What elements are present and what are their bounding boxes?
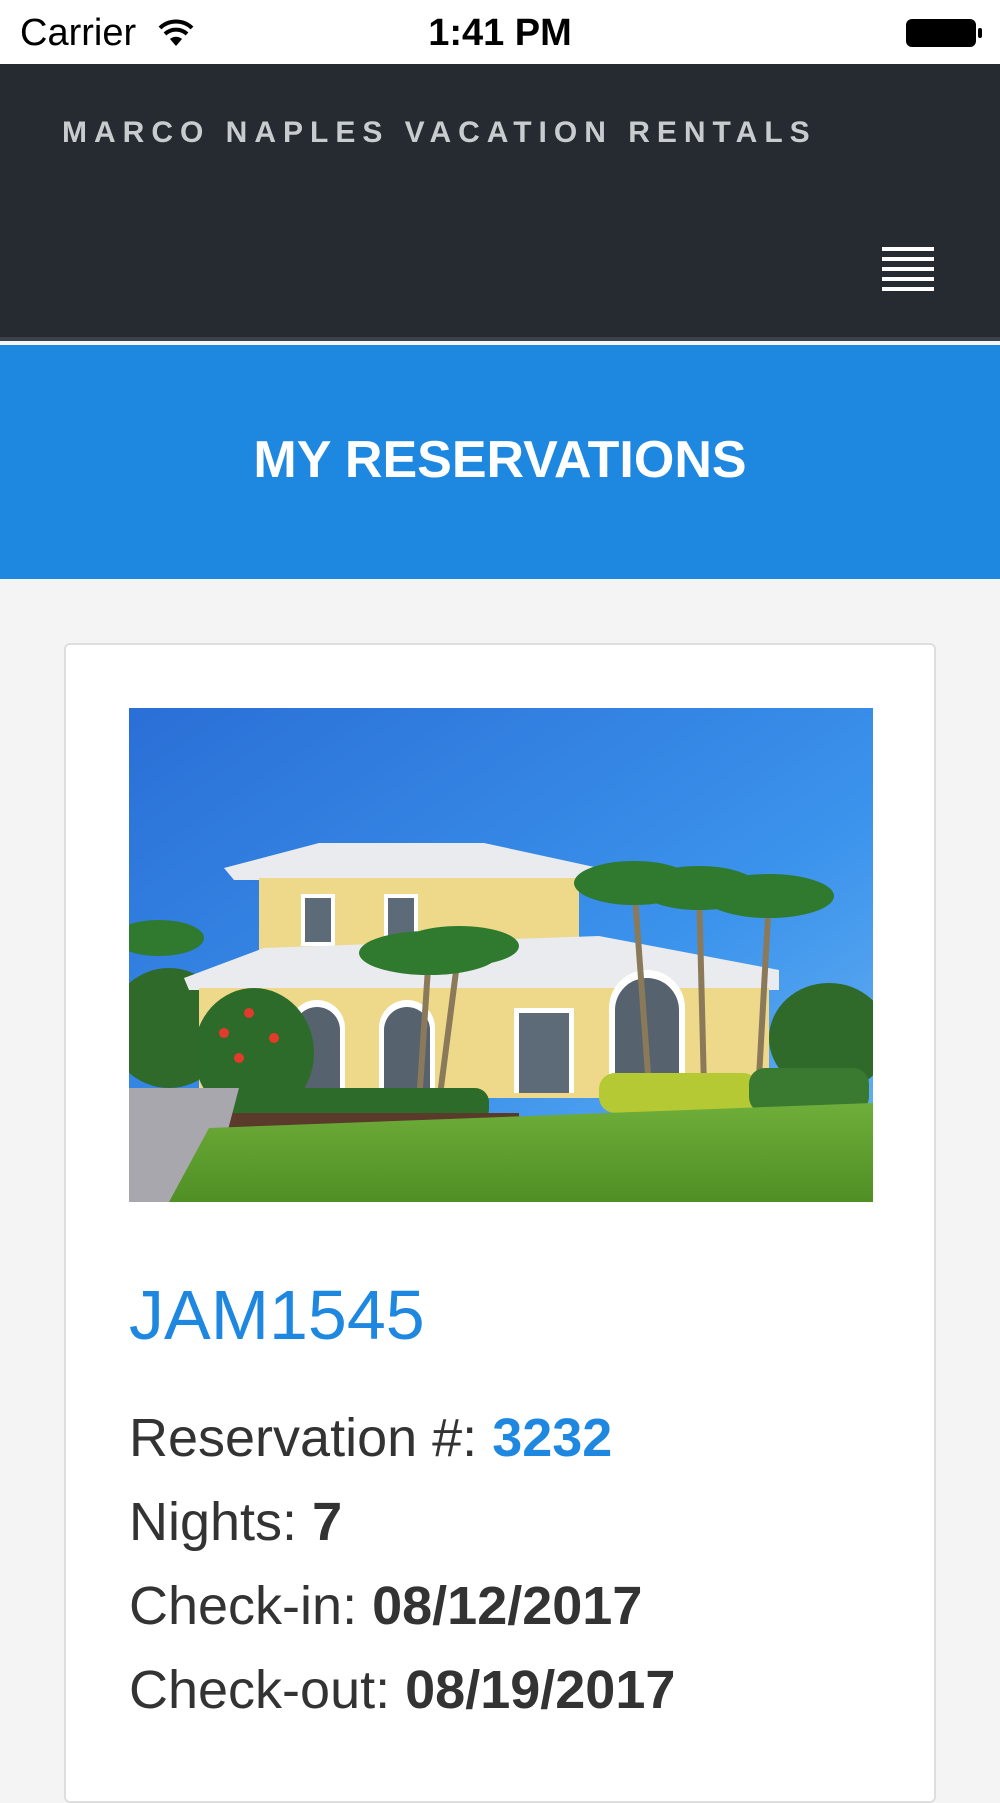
nights-line: Nights: 7 — [129, 1491, 342, 1553]
nights-value: 7 — [312, 1492, 343, 1552]
nights-label: Nights: — [129, 1492, 298, 1552]
brand-title[interactable]: MARCO NAPLES VACATION RENTALS — [62, 116, 817, 150]
reservation-number-line: Reservation #: 3232 — [129, 1407, 612, 1469]
property-name[interactable]: JAM1545 — [129, 1275, 425, 1355]
status-bar: Carrier 1:41 PM — [0, 0, 1000, 64]
reservation-number-label: Reservation #: — [129, 1408, 478, 1468]
reservation-card[interactable]: JAM1545 Reservation #: 3232 Nights: 7 Ch… — [64, 643, 936, 1803]
page-title: MY RESERVATIONS — [253, 431, 747, 489]
property-photo[interactable] — [129, 708, 873, 1202]
checkout-line: Check-out: 08/19/2017 — [129, 1659, 675, 1721]
checkout-value: 08/19/2017 — [405, 1660, 676, 1720]
reservation-number-value: 3232 — [492, 1408, 613, 1468]
battery-icon — [906, 19, 982, 47]
checkin-value: 08/12/2017 — [372, 1576, 643, 1636]
menu-button[interactable] — [882, 247, 938, 297]
checkin-label: Check-in: — [129, 1576, 358, 1636]
house-photo-illustration — [129, 708, 873, 1202]
hamburger-menu-icon — [882, 247, 934, 251]
status-time: 1:41 PM — [428, 12, 572, 54]
checkout-label: Check-out: — [129, 1660, 391, 1720]
page-banner: MY RESERVATIONS — [0, 345, 1000, 579]
app-header: MARCO NAPLES VACATION RENTALS — [0, 64, 1000, 341]
checkin-line: Check-in: 08/12/2017 — [129, 1575, 642, 1637]
